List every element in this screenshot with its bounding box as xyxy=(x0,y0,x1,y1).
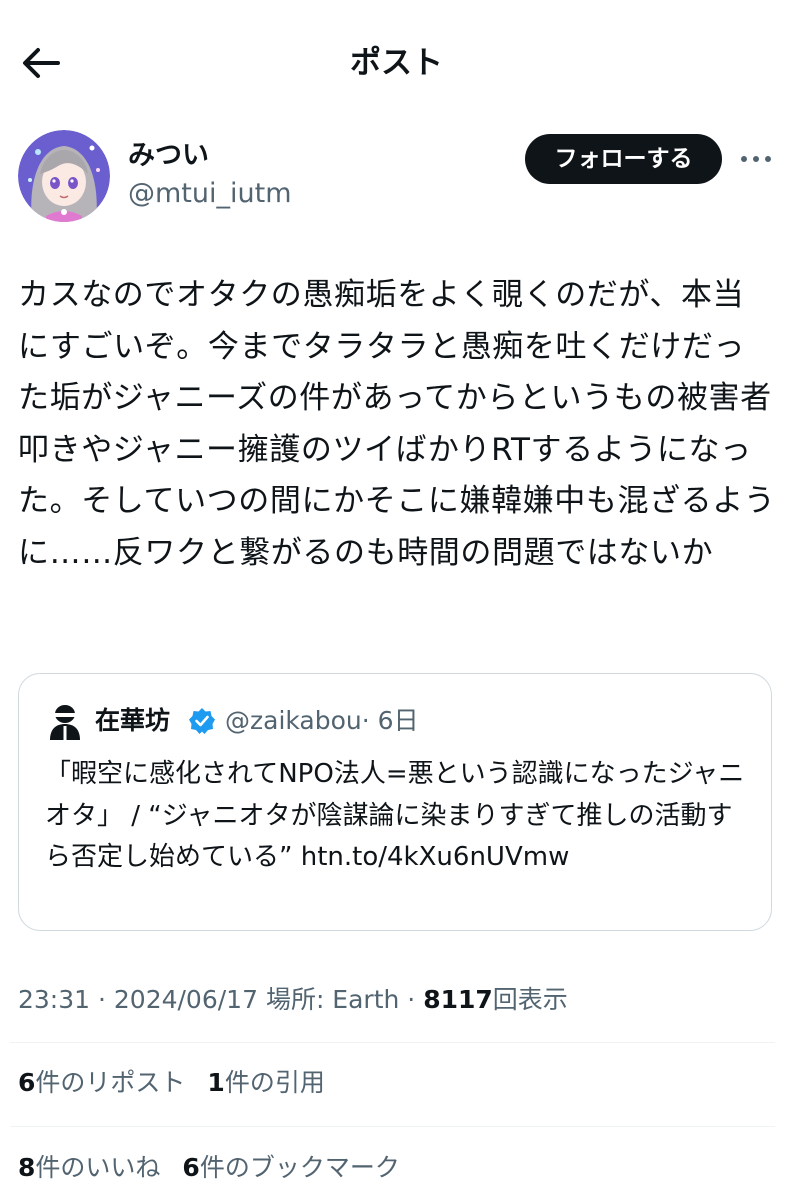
post-time[interactable]: 23:31 xyxy=(18,985,90,1014)
page-title: ポスト xyxy=(350,45,443,81)
quoted-post-time: · 6日 xyxy=(361,706,419,735)
quotes-label: 件の引用 xyxy=(224,1068,325,1097)
person-silhouette-icon xyxy=(50,705,80,740)
meta-separator: · xyxy=(399,985,424,1014)
stats-row-likes: 8件のいいね 6件のブックマーク xyxy=(18,1148,422,1188)
post-body-text: カスなのでオタクの愚痴垢をよく覗くのだが、本当にすごいぞ。今までタラタラと愚痴を… xyxy=(18,277,776,571)
quoted-author-avatar xyxy=(47,704,83,740)
author-handle[interactable]: @mtui_iutm xyxy=(128,176,292,212)
stats-row-reposts: 6件のリポスト 1件の引用 xyxy=(18,1063,347,1103)
reposts-count: 6 xyxy=(18,1068,36,1097)
likes-count: 8 xyxy=(18,1153,36,1182)
quoted-author-handle-and-time: @zaikabou· 6日 xyxy=(225,701,419,741)
verified-badge-icon xyxy=(188,707,216,735)
quoted-post-text: 「暇空に感化されてNPO法人=悪という認識になったジャニオタ」 / “ジャニオタ… xyxy=(45,759,745,872)
follow-button[interactable]: フォローする xyxy=(525,134,722,184)
reposts-label: 件のリポスト xyxy=(35,1068,186,1097)
post-metadata: 23:31 · 2024/06/17 場所: Earth · 8117回表示 xyxy=(18,982,568,1018)
quotes-stat-link[interactable]: 1件の引用 xyxy=(207,1063,324,1103)
quoted-post-card[interactable]: 在華坊 @zaikabou· 6日 「暇空に感化されてNPO法人=悪という認識に… xyxy=(18,673,772,931)
bookmarks-count: 6 xyxy=(182,1153,200,1182)
likes-label: 件のいいね xyxy=(35,1153,161,1182)
reposts-stat-link[interactable]: 6件のリポスト xyxy=(18,1063,185,1103)
views-count: 8117 xyxy=(423,985,493,1014)
quoted-author-handle: @zaikabou xyxy=(225,706,362,735)
top-bar: ポスト xyxy=(0,0,793,122)
divider xyxy=(10,1126,775,1127)
quoted-author-name: 在華坊 xyxy=(95,706,171,735)
post-location: 場所: Earth xyxy=(265,985,400,1014)
post-date[interactable]: 2024/06/17 xyxy=(114,985,258,1014)
quotes-count: 1 xyxy=(207,1068,225,1097)
more-options-button[interactable] xyxy=(738,146,774,172)
author-display-name[interactable]: みつい xyxy=(128,138,209,174)
author-avatar[interactable] xyxy=(18,130,110,222)
likes-stat-link[interactable]: 8件のいいね xyxy=(18,1148,160,1188)
divider xyxy=(10,1042,775,1043)
meta-separator: · xyxy=(90,985,114,1014)
bookmarks-label: 件のブックマーク xyxy=(199,1153,400,1182)
bookmarks-stat-link[interactable]: 6件のブックマーク xyxy=(182,1148,399,1188)
more-horizontal-icon xyxy=(741,156,771,162)
views-label: 回表示 xyxy=(492,985,568,1014)
